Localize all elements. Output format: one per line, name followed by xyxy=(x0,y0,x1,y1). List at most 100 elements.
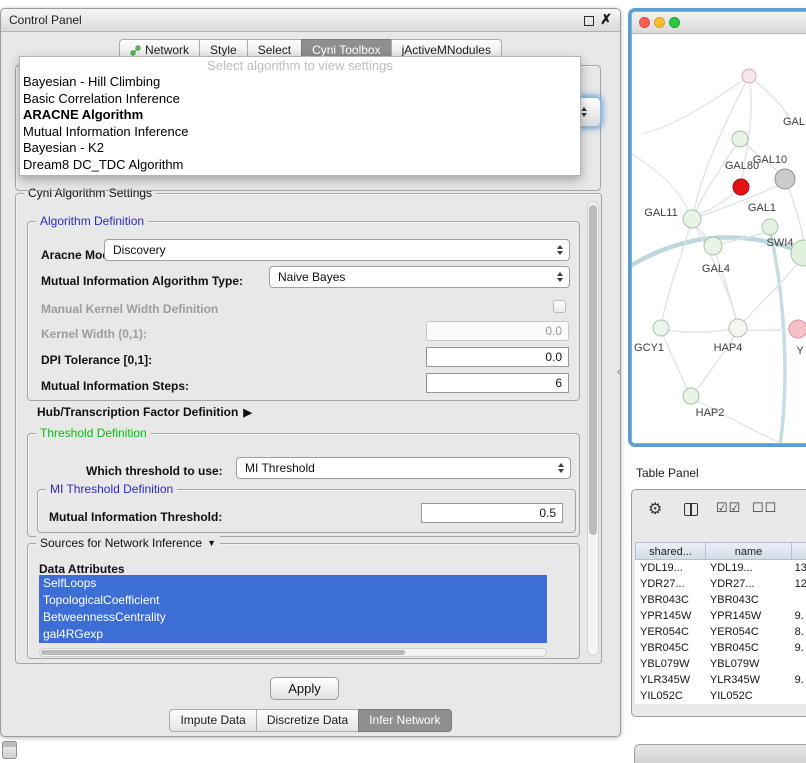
attributes-horizontal-scrollbar[interactable] xyxy=(39,648,547,657)
network-node[interactable] xyxy=(733,179,749,195)
network-edge[interactable] xyxy=(662,333,689,392)
network-node[interactable] xyxy=(683,210,701,228)
collapse-down-icon[interactable]: ▼ xyxy=(207,538,216,548)
table-cell: YBR043C xyxy=(705,592,790,608)
kernel-width-label: Kernel Width (0,1): xyxy=(41,327,147,341)
tab-label: Cyni Toolbox xyxy=(312,43,380,57)
gear-icon[interactable]: ⚙ xyxy=(648,499,662,519)
threshold-definition-legend: Threshold Definition xyxy=(36,426,151,440)
column-header-name[interactable]: name xyxy=(706,542,792,560)
columns-icon[interactable] xyxy=(684,503,698,516)
tab-infer-network[interactable]: Infer Network xyxy=(358,709,451,732)
tab-label: Style xyxy=(210,43,237,57)
scrollbar-thumb[interactable] xyxy=(41,650,405,655)
dpi-tolerance-input[interactable]: 0.0 xyxy=(426,347,569,367)
attribute-topologicalcoefficient[interactable]: TopologicalCoefficient xyxy=(39,592,547,609)
settings-vertical-scrollbar[interactable] xyxy=(587,201,599,656)
sources-legend[interactable]: Sources for Network Inference xyxy=(40,536,202,550)
algorithm-option-basic-correlation-inference[interactable]: Basic Correlation Inference xyxy=(20,91,580,108)
table-row[interactable]: YLR345WYLR345W9. xyxy=(635,672,806,688)
network-canvas[interactable]: GAL80GAL10GAL11GAL1SWI4GAL4GCY1HAP4HAP2G… xyxy=(632,34,806,444)
which-threshold-select[interactable]: MI Threshold xyxy=(236,457,571,479)
network-edge[interactable] xyxy=(787,184,804,244)
algorithm-dropdown-popup: Select algorithm to view settingsBayesia… xyxy=(19,56,581,176)
aracne-mode-select[interactable]: Discovery xyxy=(104,239,570,261)
table-row[interactable]: YPR145WYPR145W9. xyxy=(635,608,806,624)
attribute-gal4rgexp[interactable]: gal4RGexp xyxy=(39,626,547,643)
network-node[interactable] xyxy=(732,131,748,147)
network-node[interactable] xyxy=(762,219,778,235)
network-edge[interactable] xyxy=(662,224,691,323)
table-row[interactable]: YBR045CYBR045C9. xyxy=(635,640,806,656)
mi-steps-input[interactable]: 6 xyxy=(426,373,569,393)
control-panel-window: Control Panel ✗ NetworkStyleSelectCyni T… xyxy=(0,8,621,737)
hub-section-toggle[interactable]: Hub/Transcription Factor Definition ▶ xyxy=(37,405,252,419)
algorithm-option-aracne-algorithm[interactable]: ARACNE Algorithm xyxy=(20,107,580,124)
network-node[interactable] xyxy=(653,320,669,336)
table-header: shared...name xyxy=(635,542,806,560)
network-node[interactable] xyxy=(742,69,756,83)
table-cell: 9. xyxy=(790,608,806,624)
close-icon[interactable]: ✗ xyxy=(600,11,612,28)
minimized-window-titlebar[interactable] xyxy=(634,744,806,763)
hub-section-label: Hub/Transcription Factor Definition xyxy=(37,405,238,419)
deselect-all-icon[interactable]: ☐☐ xyxy=(752,500,777,516)
table-row[interactable]: YDR27...YDR27...12 xyxy=(635,576,806,592)
network-view-window[interactable]: GAL80GAL10GAL11GAL1SWI4GAL4GCY1HAP4HAP2G… xyxy=(631,11,806,444)
table-cell: YBR045C xyxy=(635,640,705,656)
control-panel-titlebar[interactable]: Control Panel ✗ xyxy=(1,9,620,32)
splitter-collapse-icon[interactable]: ‹ xyxy=(617,366,621,378)
network-edge[interactable] xyxy=(770,230,785,444)
network-edge[interactable] xyxy=(749,76,790,120)
network-edge[interactable] xyxy=(632,154,689,213)
table-row[interactable]: YDL19...YDL19...13 xyxy=(635,560,806,576)
tab-label: Network xyxy=(145,43,189,57)
table-row[interactable]: YIL052CYIL052C xyxy=(635,688,806,704)
scrollbar-thumb[interactable] xyxy=(589,205,597,535)
kernel-width-input[interactable]: 0.0 xyxy=(426,321,569,341)
table-row[interactable]: YER054CYER054C8. xyxy=(635,624,806,640)
column-header-shared[interactable]: shared... xyxy=(635,542,706,560)
dropdown-prompt: Select algorithm to view settings xyxy=(20,57,580,74)
algorithm-option-bayesian-k2[interactable]: Bayesian - K2 xyxy=(20,140,580,157)
network-node[interactable] xyxy=(789,320,806,338)
select-all-icon[interactable]: ☑☑ xyxy=(716,500,741,516)
float-window-icon[interactable] xyxy=(584,16,594,26)
table-cell xyxy=(790,592,806,608)
attribute-betweennesscentrality[interactable]: BetweennessCentrality xyxy=(39,609,547,626)
tab-impute-data[interactable]: Impute Data xyxy=(169,709,256,732)
network-edge[interactable] xyxy=(695,139,740,213)
column-header-col2[interactable] xyxy=(792,542,806,560)
table-cell: 9. xyxy=(790,640,806,656)
network-node[interactable] xyxy=(704,237,722,255)
table-row[interactable]: YBL079WYBL079W xyxy=(635,656,806,672)
tab-discretize-data[interactable]: Discretize Data xyxy=(256,709,359,732)
algorithm-option-mutual-information-inference[interactable]: Mutual Information Inference xyxy=(20,124,580,141)
attribute-selfloops[interactable]: SelfLoops xyxy=(39,575,547,592)
tab-label: jActiveMNodules xyxy=(402,43,491,57)
table-cell: YIL052C xyxy=(635,688,705,704)
apply-button[interactable]: Apply xyxy=(270,677,339,700)
network-edge[interactable] xyxy=(667,329,732,332)
spinner-down-icon xyxy=(581,113,587,117)
manual-kernel-checkbox[interactable] xyxy=(553,300,566,313)
network-node[interactable] xyxy=(683,388,699,404)
table-cell: 12 xyxy=(790,576,806,592)
mi-threshold-input[interactable]: 0.5 xyxy=(421,503,563,523)
zoom-traffic-light-icon[interactable] xyxy=(669,17,680,28)
algorithm-option-bayesian-hill-climbing[interactable]: Bayesian - Hill Climbing xyxy=(20,74,580,91)
table-row[interactable]: YBR043CYBR043C xyxy=(635,592,806,608)
network-edge[interactable] xyxy=(744,329,792,330)
network-edge[interactable] xyxy=(642,76,749,134)
minimize-traffic-light-icon[interactable] xyxy=(654,17,665,28)
algorithm-option-dream8-dc-tdc-algorithm[interactable]: Dream8 DC_TDC Algorithm xyxy=(20,157,580,174)
minimized-panel-icon[interactable] xyxy=(2,741,17,759)
network-edge[interactable] xyxy=(743,260,800,322)
mi-type-select[interactable]: Naive Bayes xyxy=(269,266,570,288)
network-window-titlebar[interactable] xyxy=(632,12,806,34)
table-panel-title: Table Panel xyxy=(636,466,699,480)
network-node[interactable] xyxy=(775,169,795,189)
close-traffic-light-icon[interactable] xyxy=(639,17,650,28)
network-node[interactable] xyxy=(729,319,747,337)
table-cell: YBR045C xyxy=(705,640,790,656)
